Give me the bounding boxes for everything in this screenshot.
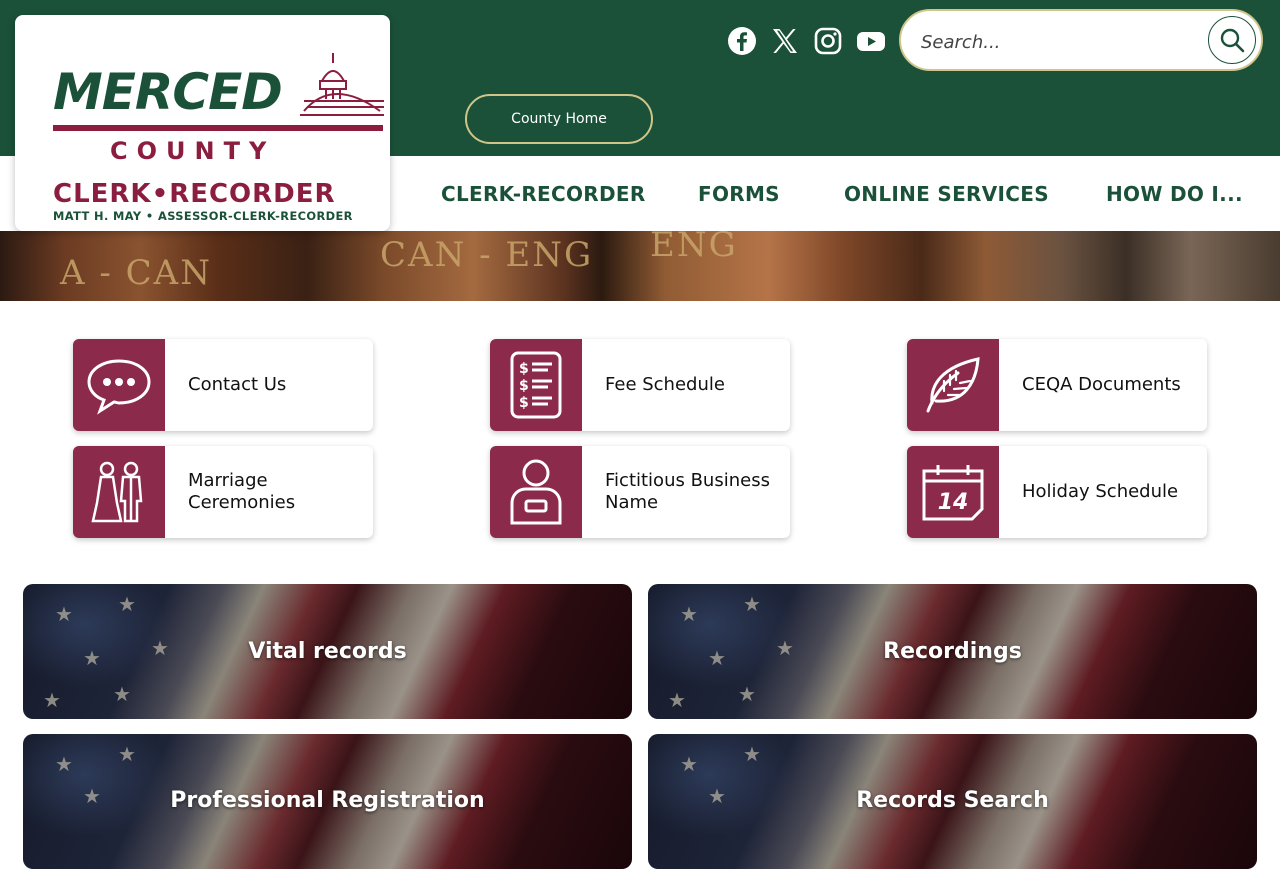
card-label: Vital records xyxy=(248,639,407,664)
search-button[interactable] xyxy=(1208,16,1256,64)
nav-item-online-services[interactable]: ONLINE SERVICES xyxy=(844,182,1049,206)
tile-fee-schedule[interactable]: $ $ $ Fee Schedule xyxy=(490,339,790,431)
banner-text-3: ENG xyxy=(650,231,738,265)
youtube-icon[interactable] xyxy=(854,24,888,58)
search-input[interactable] xyxy=(919,27,1183,57)
person-badge-icon xyxy=(490,446,582,538)
search-icon xyxy=(1220,28,1245,53)
card-professional-registration[interactable]: ★ ★ ★ Professional Registration xyxy=(23,734,632,869)
card-recordings[interactable]: ★ ★ ★ ★ ★ ★ Recordings xyxy=(648,584,1257,719)
banner-text-2: CAN - ENG xyxy=(380,235,594,275)
tile-label: CEQA Documents xyxy=(1022,374,1181,395)
card-vital-records[interactable]: ★ ★ ★ ★ ★ ★ Vital records xyxy=(23,584,632,719)
card-label: Records Search xyxy=(856,788,1049,813)
nav-item-forms[interactable]: FORMS xyxy=(698,182,780,206)
instagram-icon[interactable] xyxy=(811,24,845,58)
logo-clerk-text: CLERK•RECORDER xyxy=(53,179,336,209)
speech-bubble-icon xyxy=(73,339,165,431)
tile-marriage-ceremonies[interactable]: Marriage Ceremonies xyxy=(73,446,373,538)
card-label: Professional Registration xyxy=(170,788,485,813)
x-icon[interactable] xyxy=(768,24,802,58)
tile-contact-us[interactable]: Contact Us xyxy=(73,339,373,431)
tile-label: Marriage Ceremonies xyxy=(188,470,296,513)
card-label: Recordings xyxy=(883,639,1022,664)
tile-holiday-schedule[interactable]: 14 Holiday Schedule xyxy=(907,446,1207,538)
logo-county-text: COUNTY xyxy=(110,137,276,165)
fee-list-icon: $ $ $ xyxy=(490,339,582,431)
svg-text:$: $ xyxy=(519,378,529,394)
card-records-search[interactable]: ★ ★ ★ Records Search xyxy=(648,734,1257,869)
calendar-icon: 14 xyxy=(907,446,999,538)
svg-text:$: $ xyxy=(519,395,529,411)
courthouse-dome-icon xyxy=(300,53,384,116)
site-logo[interactable]: MERCED COUNTY CLERK•RECORDER MATT H. MAY… xyxy=(15,15,390,231)
tile-ceqa-documents[interactable]: CEQA Documents xyxy=(907,339,1207,431)
logo-merced-text: MERCED xyxy=(53,63,283,121)
tile-label: Contact Us xyxy=(188,374,287,395)
search-box xyxy=(899,9,1263,71)
tile-fictitious-business-name[interactable]: Fictitious Business Name xyxy=(490,446,790,538)
tile-label: Holiday Schedule xyxy=(1022,481,1179,502)
logo-underline xyxy=(53,125,383,131)
calendar-day-number: 14 xyxy=(938,490,969,515)
county-home-button[interactable]: County Home xyxy=(465,94,653,144)
couple-icon xyxy=(73,446,165,538)
svg-text:$: $ xyxy=(519,361,529,377)
leaf-icon xyxy=(907,339,999,431)
banner-text-1: A - CAN xyxy=(60,253,212,293)
nav-item-clerk-recorder[interactable]: CLERK-RECORDER xyxy=(441,182,646,206)
facebook-icon[interactable] xyxy=(725,24,759,58)
tile-label: Fictitious Business Name xyxy=(605,470,770,513)
nav-item-how-do-i[interactable]: HOW DO I... xyxy=(1106,182,1243,206)
hero-banner: A - CAN CAN - ENG ENG xyxy=(0,231,1280,301)
logo-subtitle: MATT H. MAY • ASSESSOR-CLERK-RECORDER xyxy=(53,209,353,223)
tile-label: Fee Schedule xyxy=(605,374,725,395)
